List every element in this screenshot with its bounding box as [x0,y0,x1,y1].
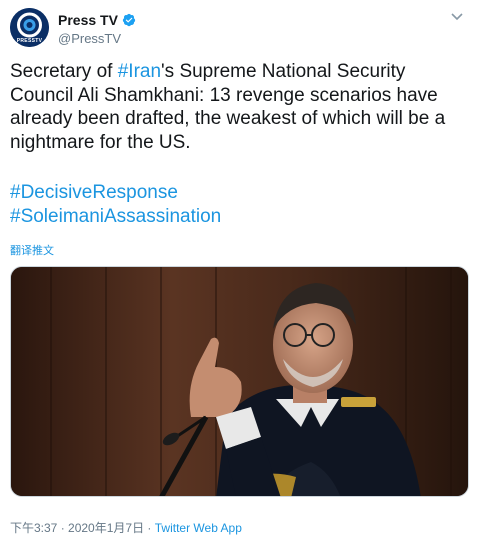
chevron-down-icon[interactable] [451,12,463,22]
tweet-text: Secretary of #Iran's Supreme National Se… [10,60,472,154]
tweet-time[interactable]: 下午3:37 [10,521,57,535]
meta-separator: · [57,521,69,535]
avatar-brand: PRESSTV [16,38,43,44]
tweet-date[interactable]: 2020年1月7日 [68,521,144,535]
avatar[interactable]: PRESSTV [10,8,49,47]
hashtag-link[interactable]: #SoleimaniAssassination [10,205,221,229]
display-name[interactable]: Press TV [58,12,118,28]
photo-image [11,267,468,496]
user-handle[interactable]: @PressTV [58,31,121,46]
meta-separator: · [144,521,155,535]
tweet-card: PRESSTV Press TV @PressTV Secretary of #… [0,0,479,540]
tweet-source-link[interactable]: Twitter Web App [155,521,242,535]
hashtag-link[interactable]: #Iran [118,61,161,82]
author-name-row[interactable]: Press TV [58,12,136,28]
hashtag-link[interactable]: #DecisiveResponse [10,181,221,205]
hashtag-list: #DecisiveResponse #SoleimaniAssassinatio… [10,181,221,228]
tweet-text-pre: Secretary of [10,61,118,82]
tweet-photo[interactable] [10,266,469,497]
translate-tweet-link[interactable]: 翻译推文 [10,242,54,258]
tweet-meta: 下午3:37 · 2020年1月7日 · Twitter Web App [10,519,242,536]
verified-badge-icon [122,13,136,27]
